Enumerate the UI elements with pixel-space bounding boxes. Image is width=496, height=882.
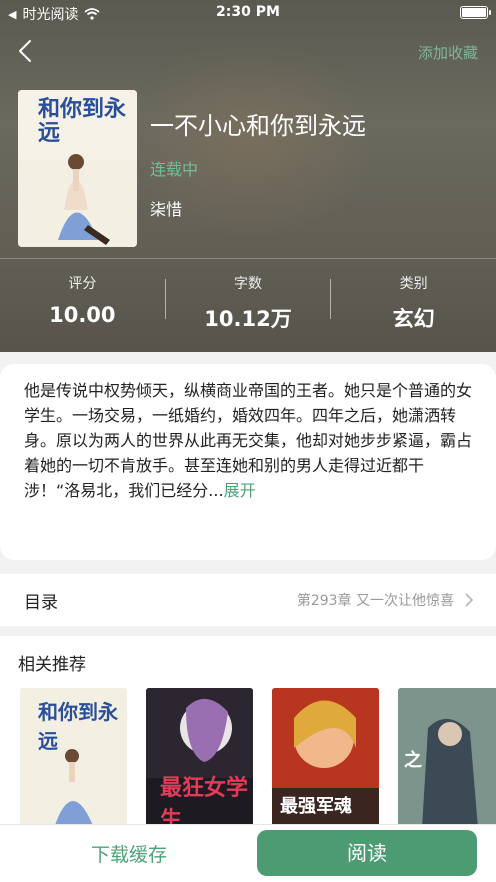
- latest-chapter: 第293章 又一次让他惊喜: [296, 593, 454, 609]
- recommended-book[interactable]: 和你到永远: [20, 688, 127, 828]
- status-time: 2:30 PM: [216, 4, 280, 20]
- status-bar: ◀ 时光阅读 2:30 PM: [0, 0, 496, 26]
- recommended-book[interactable]: 之: [398, 688, 496, 828]
- recommendations-list: 和你到永远 最狂女学生 最强军魂 之: [20, 688, 496, 828]
- recommendations-title: 相关推荐: [18, 655, 86, 675]
- cover-title: 之: [404, 750, 422, 771]
- stat-label: 字数: [234, 276, 262, 292]
- book-stats: 评分 10.00 字数 10.12万 类别 玄幻: [0, 258, 496, 342]
- cover-title: 最狂女学生: [160, 776, 249, 828]
- stat-value: 10.00: [49, 303, 116, 327]
- stat-value: 10.12万: [204, 307, 292, 331]
- book-cover-title: 和你到永远: [38, 97, 127, 146]
- stat-rating: 评分 10.00: [0, 259, 165, 342]
- table-of-contents-row[interactable]: 目录 第293章 又一次让他惊喜: [0, 574, 496, 626]
- book-status: 连载中: [150, 160, 199, 179]
- stat-label: 评分: [68, 276, 97, 292]
- bottom-action-bar: 下载缓存 阅读: [0, 824, 496, 882]
- read-button[interactable]: 阅读: [257, 830, 477, 876]
- recommendations-section: 相关推荐 和你到永远 最狂女学生 最强军魂 之: [0, 636, 496, 836]
- book-cover: 和你到永远: [18, 90, 137, 247]
- stat-label: 类别: [399, 276, 428, 292]
- description-card: 他是传说中权势倾天，纵横商业帝国的王者。她只是个普通的女学生。一场交易，一纸婚约…: [0, 364, 496, 560]
- stat-category: 类别 玄幻: [331, 259, 496, 342]
- book-author: 柒惜: [150, 200, 183, 219]
- recommended-book[interactable]: 最狂女学生: [146, 688, 253, 828]
- description: 他是传说中权势倾天，纵横商业帝国的王者。她只是个普通的女学生。一场交易，一纸婚约…: [24, 378, 472, 503]
- download-cache-button[interactable]: 下载缓存: [44, 839, 214, 871]
- stat-value: 玄幻: [392, 307, 435, 331]
- book-title: 一不小心和你到永远: [150, 112, 366, 140]
- back-arrow-icon[interactable]: [14, 38, 40, 64]
- recommended-book[interactable]: 最强军魂: [272, 688, 379, 828]
- chevron-right-icon: [465, 593, 474, 607]
- expand-link[interactable]: 展开: [224, 481, 256, 500]
- stat-word-count: 字数 10.12万: [166, 259, 331, 342]
- cover-title: 和你到永远: [38, 700, 118, 753]
- battery-icon: [460, 6, 491, 19]
- toc-title: 目录: [24, 592, 58, 613]
- cover-title: 最强军魂: [280, 796, 352, 817]
- add-favorite-button[interactable]: 添加收藏: [418, 42, 478, 63]
